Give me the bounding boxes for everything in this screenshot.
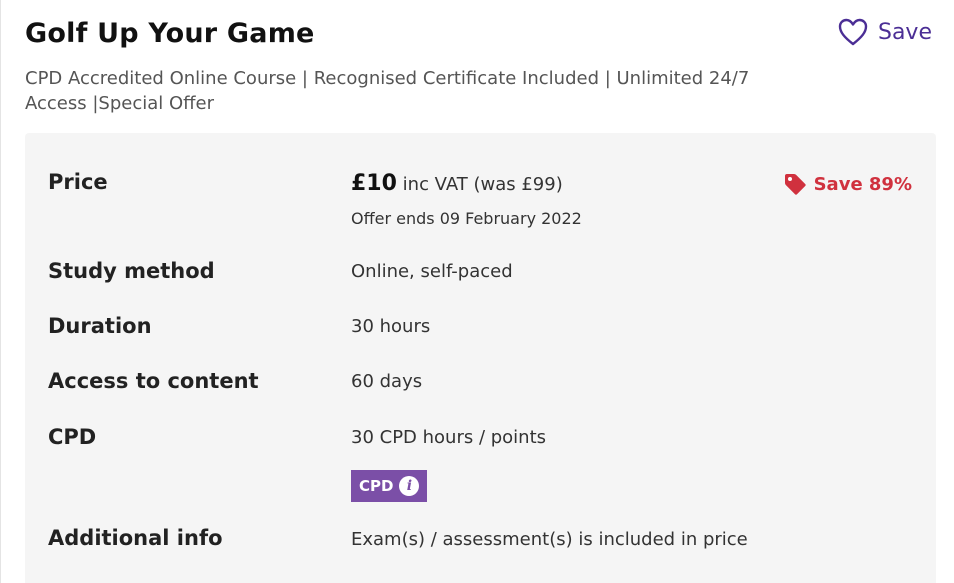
- study-method-label: Study method: [48, 259, 215, 283]
- price-value: £10 inc VAT (was £99): [351, 171, 563, 196]
- save-label: Save: [877, 19, 932, 45]
- price-label: Price: [48, 170, 108, 194]
- discount-text: Save 89%: [813, 173, 912, 195]
- course-card: Golf Up Your Game Save CPD Accredited On…: [0, 0, 954, 583]
- price-amount: £10: [351, 171, 397, 196]
- offer-ends-text: Offer ends 09 February 2022: [351, 209, 582, 228]
- info-icon[interactable]: i: [399, 476, 420, 496]
- additional-info-value: Exam(s) / assessment(s) is included in p…: [351, 529, 748, 550]
- access-label: Access to content: [48, 369, 259, 393]
- additional-info-label: Additional info: [48, 526, 223, 550]
- cpd-label: CPD: [48, 425, 97, 449]
- discount-badge: Save 89%: [783, 173, 912, 195]
- duration-value: 30 hours: [351, 316, 431, 337]
- course-title: Golf Up Your Game: [25, 18, 315, 49]
- save-button[interactable]: Save: [838, 18, 932, 46]
- price-tag-icon: [783, 173, 807, 195]
- study-method-value: Online, self-paced: [351, 261, 513, 282]
- course-subtitle: CPD Accredited Online Course | Recognise…: [25, 68, 750, 114]
- access-value: 60 days: [351, 371, 423, 392]
- price-vat-text: inc VAT (was £99): [396, 174, 563, 195]
- cpd-badge[interactable]: CPD i: [351, 470, 428, 502]
- duration-label: Duration: [48, 314, 152, 338]
- heart-icon: [838, 18, 868, 46]
- cpd-value: 30 CPD hours / points: [351, 427, 547, 448]
- course-details-panel: Price £10 inc VAT (was £99) Offer ends 0…: [25, 133, 936, 583]
- cpd-badge-text: CPD: [359, 477, 394, 495]
